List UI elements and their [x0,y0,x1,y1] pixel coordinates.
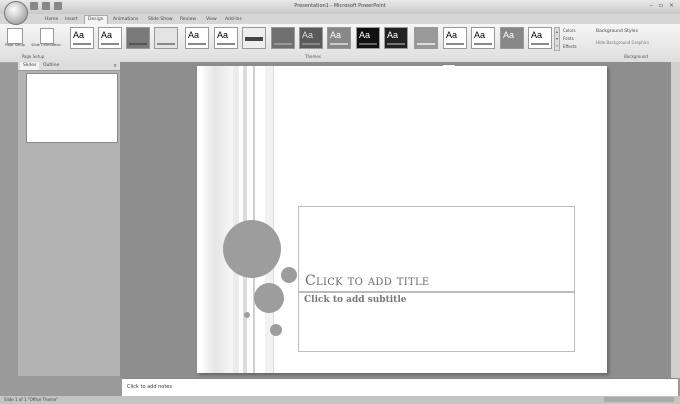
tab-slide-show[interactable]: Slide Show [145,16,176,24]
decorative-circle [270,324,282,336]
zoom-slider[interactable] [604,397,674,402]
page-setup-group-label: Page Setup [21,54,45,59]
tab-home[interactable]: Home [42,16,61,24]
effects-button[interactable]: Effects [563,44,577,49]
theme-foundry[interactable] [271,27,295,49]
slide-orientation-icon[interactable] [40,28,54,44]
tab-add-ins[interactable]: Add-Ins [222,16,245,24]
notes-pane[interactable] [122,378,678,397]
title-placeholder[interactable]: Click to add title [298,206,575,292]
page-setup-icon[interactable] [7,28,23,44]
theme-office[interactable]: Aa [70,27,94,49]
tab-slides[interactable]: Slides [20,62,40,70]
decorative-circle [281,267,297,283]
office-button[interactable] [4,1,28,25]
subtitle-text: Click to add subtitle [304,295,407,305]
tab-design[interactable]: Design [84,15,108,24]
theme-aspect[interactable] [126,27,150,49]
decorative-stripe [203,66,233,373]
slide-canvas[interactable]: Click to add title Click to add subtitle [197,66,607,373]
window-controls: – ▫ × [650,2,674,9]
theme-paper[interactable]: Aa [471,27,495,49]
theme-flow[interactable] [242,27,266,49]
subtitle-placeholder[interactable]: Click to add subtitle [298,292,575,352]
background-group-label: Background [624,54,648,59]
vertical-scrollbar[interactable] [671,62,680,378]
window-title: Presentation1 - Microsoft PowerPoint [294,3,386,9]
decorative-circle [244,312,250,318]
theme-median[interactable]: Aa [299,27,323,49]
slide-thumbnail[interactable] [26,73,118,143]
minimize-icon[interactable]: – [650,2,653,9]
theme-oriel[interactable] [414,27,438,49]
tab-review[interactable]: Review [177,16,199,24]
background-styles-button[interactable]: Background Styles [596,29,638,34]
theme-solstice[interactable]: Aa [500,27,524,49]
status-text: Slide 1 of 1 "Office Theme" [4,397,59,402]
theme-technic[interactable]: Aa [528,27,552,49]
theme-metro[interactable]: Aa [327,27,351,49]
decorative-stripe [233,66,239,373]
theme-civic[interactable] [154,27,178,49]
maximize-icon[interactable]: ▫ [659,2,663,9]
slide-orientation-button[interactable]: Slide Orientation [30,43,62,47]
page-setup-button[interactable]: Page Setup [4,43,26,47]
theme-module[interactable]: Aa [356,27,380,49]
theme-apex[interactable]: Aa [98,27,122,49]
tab-outline[interactable]: Outline [40,62,62,70]
gallery-scroll[interactable]: ▴ ▾ ▿ [554,27,560,51]
tab-animations[interactable]: Animations [110,16,141,24]
hide-background-checkbox[interactable]: Hide Background Graphics [596,40,649,45]
tab-insert[interactable]: Insert [62,16,81,24]
decorative-circle [223,220,281,278]
colors-button[interactable]: Colors [563,28,576,33]
themes-group-label: Themes [305,54,321,59]
fonts-button[interactable]: Fonts [563,36,574,41]
theme-origin[interactable]: Aa [443,27,467,49]
status-bar [0,396,680,404]
close-pane-icon[interactable]: × [113,63,117,69]
theme-equity[interactable]: Aa [214,27,238,49]
tab-view[interactable]: View [203,16,220,24]
title-text: Click to add title [305,273,430,289]
theme-concourse[interactable]: Aa [185,27,209,49]
decorative-circle [254,283,284,313]
theme-opulent[interactable]: Aa [384,27,408,49]
notes-placeholder: Click to add notes [127,384,172,390]
close-icon[interactable]: × [669,2,674,9]
